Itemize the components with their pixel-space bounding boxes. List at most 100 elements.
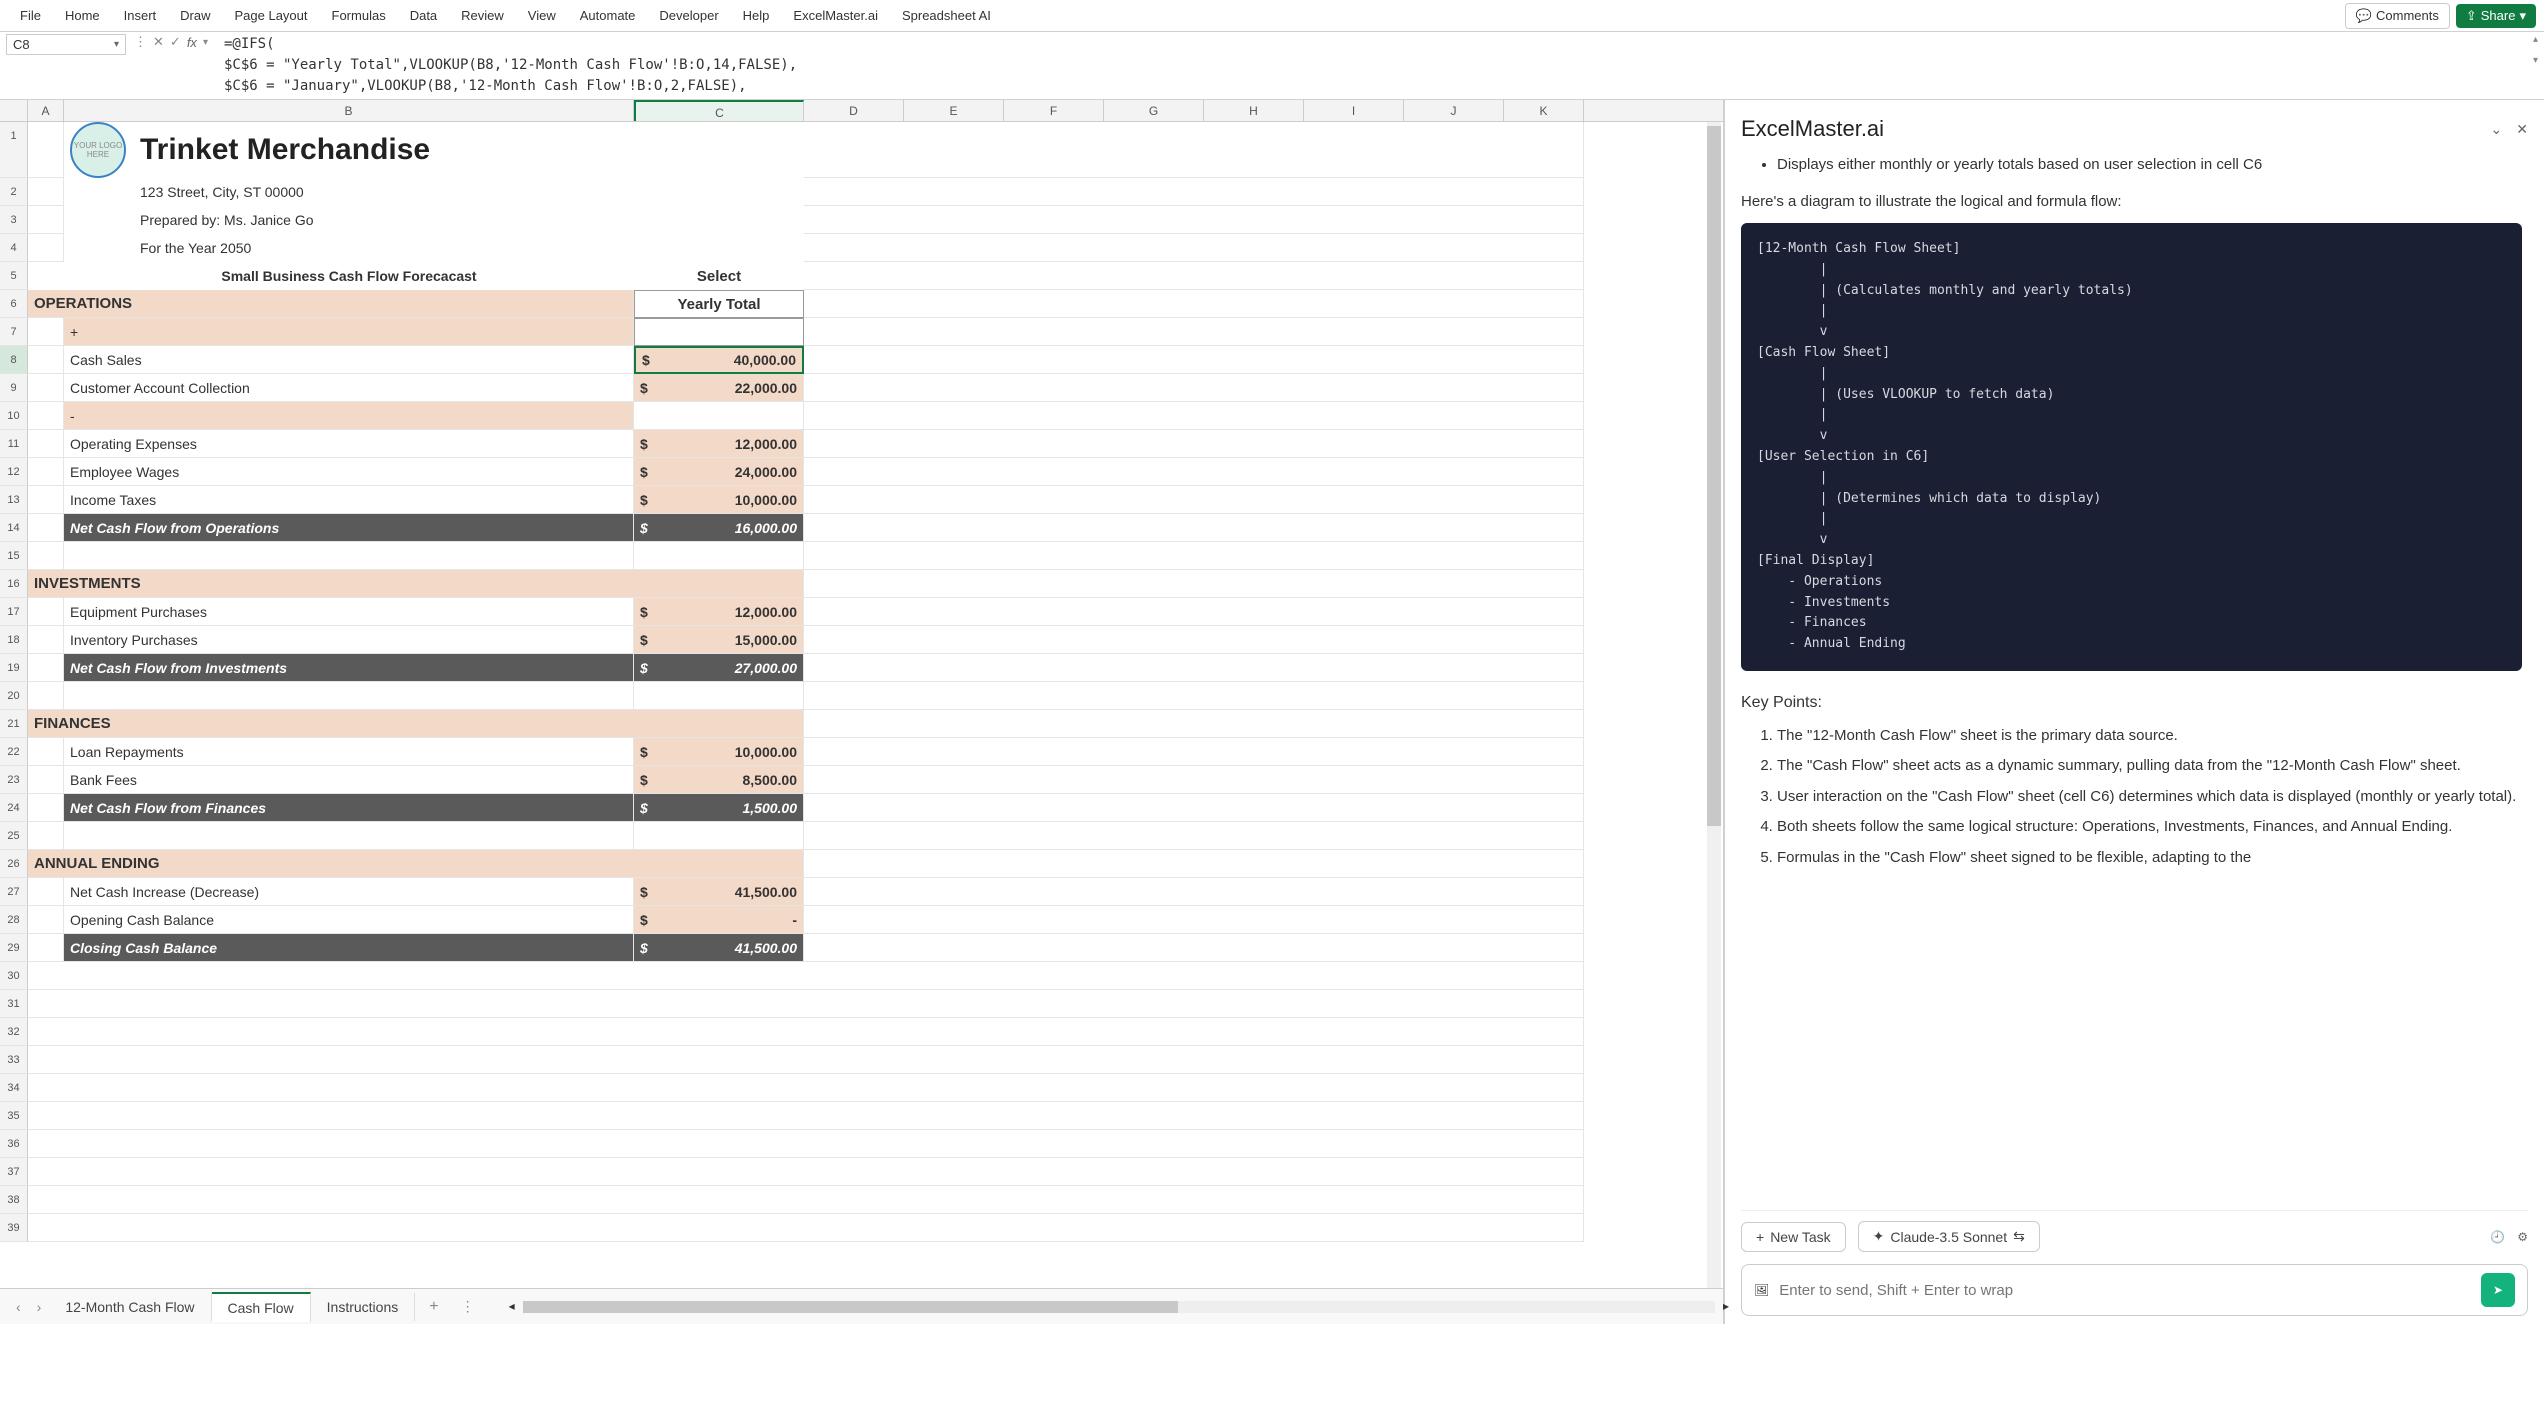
sheet-nav-next[interactable]: › <box>29 1299 50 1315</box>
row-header-19[interactable]: 19 <box>0 654 28 682</box>
cell-A18[interactable] <box>28 626 64 654</box>
cell-A3[interactable] <box>28 206 64 234</box>
cash-sales-value[interactable]: $40,000.00 <box>634 346 804 374</box>
cust-acct-label[interactable]: Customer Account Collection <box>64 374 634 402</box>
cell-rest-16[interactable] <box>804 570 1584 598</box>
row-header-10[interactable]: 10 <box>0 402 28 430</box>
row-header-32[interactable]: 32 <box>0 1018 28 1046</box>
cell-A12[interactable] <box>28 458 64 486</box>
row-header-23[interactable]: 23 <box>0 766 28 794</box>
row-header-25[interactable]: 25 <box>0 822 28 850</box>
cell-A2[interactable] <box>28 178 64 206</box>
cell-rest-28[interactable] <box>804 906 1584 934</box>
op-exp-label[interactable]: Operating Expenses <box>64 430 634 458</box>
cell-row-32[interactable] <box>28 1018 1584 1046</box>
cell-A22[interactable] <box>28 738 64 766</box>
row-header-1[interactable]: 1 <box>0 122 28 178</box>
cell-rest-19[interactable] <box>804 654 1584 682</box>
tab-automate[interactable]: Automate <box>568 2 648 29</box>
ops-net-label[interactable]: Net Cash Flow from Operations <box>64 514 634 542</box>
new-task-button[interactable]: +New Task <box>1741 1222 1846 1252</box>
model-selector[interactable]: ✦Claude-3.5 Sonnet⇆ <box>1858 1221 2040 1252</box>
col-header-K[interactable]: K <box>1504 100 1584 121</box>
tab-view[interactable]: View <box>516 2 568 29</box>
row-header-11[interactable]: 11 <box>0 430 28 458</box>
sheet-nav-prev[interactable]: ‹ <box>8 1299 29 1315</box>
cell-A17[interactable] <box>28 598 64 626</box>
cell-A7[interactable] <box>28 318 64 346</box>
netinc-label[interactable]: Net Cash Increase (Decrease) <box>64 878 634 906</box>
wages-label[interactable]: Employee Wages <box>64 458 634 486</box>
tab-data[interactable]: Data <box>398 2 449 29</box>
tab-excelmaster[interactable]: ExcelMaster.ai <box>781 2 890 29</box>
chevron-down-icon[interactable]: ▾ <box>114 39 119 50</box>
row-header-18[interactable]: 18 <box>0 626 28 654</box>
inv-net-value[interactable]: $27,000.00 <box>634 654 804 682</box>
row-header-12[interactable]: 12 <box>0 458 28 486</box>
bank-value[interactable]: $8,500.00 <box>634 766 804 794</box>
cell-C25[interactable] <box>634 822 804 850</box>
cell-A4[interactable] <box>28 234 64 262</box>
cell-A13[interactable] <box>28 486 64 514</box>
row-header-37[interactable]: 37 <box>0 1158 28 1186</box>
cell-rest-14[interactable] <box>804 514 1584 542</box>
close-icon[interactable]: ✕ <box>2516 121 2528 138</box>
cell-rest-20[interactable] <box>804 682 1584 710</box>
yearly-total-dropdown[interactable]: Yearly Total <box>634 290 804 318</box>
row-header-8[interactable]: 8 <box>0 346 28 374</box>
ops-net-value[interactable]: $16,000.00 <box>634 514 804 542</box>
close-value[interactable]: $41,500.00 <box>634 934 804 962</box>
row-header-38[interactable]: 38 <box>0 1186 28 1214</box>
share-button[interactable]: ⇪Share▾ <box>2456 4 2536 28</box>
cell-A1[interactable] <box>28 122 64 178</box>
row-header-4[interactable]: 4 <box>0 234 28 262</box>
row-header-13[interactable]: 13 <box>0 486 28 514</box>
cell-A25[interactable] <box>28 822 64 850</box>
cell-rest-7[interactable] <box>804 318 1584 346</box>
row-header-28[interactable]: 28 <box>0 906 28 934</box>
cell-rest-21[interactable] <box>804 710 1584 738</box>
cell-rest-24[interactable] <box>804 794 1584 822</box>
cell-rest-25[interactable] <box>804 822 1584 850</box>
scroll-right-icon[interactable]: ▸ <box>1723 1299 1729 1313</box>
cell-A29[interactable] <box>28 934 64 962</box>
loan-label[interactable]: Loan Repayments <box>64 738 634 766</box>
inventory-value[interactable]: $15,000.00 <box>634 626 804 654</box>
cell-C7[interactable] <box>634 318 804 346</box>
select-label[interactable]: Select <box>634 262 804 290</box>
netinc-value[interactable]: $41,500.00 <box>634 878 804 906</box>
tab-review[interactable]: Review <box>449 2 516 29</box>
cell-rest-12[interactable] <box>804 458 1584 486</box>
cell-row-36[interactable] <box>28 1130 1584 1158</box>
cell-A5[interactable] <box>28 262 64 290</box>
bank-label[interactable]: Bank Fees <box>64 766 634 794</box>
inventory-label[interactable]: Inventory Purchases <box>64 626 634 654</box>
cell-rest-9[interactable] <box>804 374 1584 402</box>
row-header-30[interactable]: 30 <box>0 962 28 990</box>
row-header-21[interactable]: 21 <box>0 710 28 738</box>
history-icon[interactable]: 🕘 <box>2490 1230 2505 1244</box>
sheet-tab-cashflow[interactable]: Cash Flow <box>212 1292 311 1322</box>
loan-value[interactable]: $10,000.00 <box>634 738 804 766</box>
grid-body[interactable]: 1 YOUR LOGO HERE Trinket Merchandise 212… <box>0 122 1723 1288</box>
cell-rest-15[interactable] <box>804 542 1584 570</box>
cell-A27[interactable] <box>28 878 64 906</box>
row-header-31[interactable]: 31 <box>0 990 28 1018</box>
confirm-icon[interactable]: ✓ <box>170 34 181 50</box>
cell-row-30[interactable] <box>28 962 1584 990</box>
equip-label[interactable]: Equipment Purchases <box>64 598 634 626</box>
scroll-up-icon[interactable]: ▴ <box>2533 34 2538 45</box>
cell-rest-6[interactable] <box>804 290 1584 318</box>
tab-home[interactable]: Home <box>53 2 112 29</box>
wages-value[interactable]: $24,000.00 <box>634 458 804 486</box>
tab-draw[interactable]: Draw <box>168 2 222 29</box>
cell-rest-11[interactable] <box>804 430 1584 458</box>
tax-value[interactable]: $10,000.00 <box>634 486 804 514</box>
cell-rest-22[interactable] <box>804 738 1584 766</box>
cell-row-35[interactable] <box>28 1102 1584 1130</box>
col-header-I[interactable]: I <box>1304 100 1404 121</box>
cell-B25[interactable] <box>64 822 634 850</box>
forecast-title[interactable]: Small Business Cash Flow Forecacast <box>64 262 634 290</box>
row-header-20[interactable]: 20 <box>0 682 28 710</box>
col-header-B[interactable]: B <box>64 100 634 121</box>
